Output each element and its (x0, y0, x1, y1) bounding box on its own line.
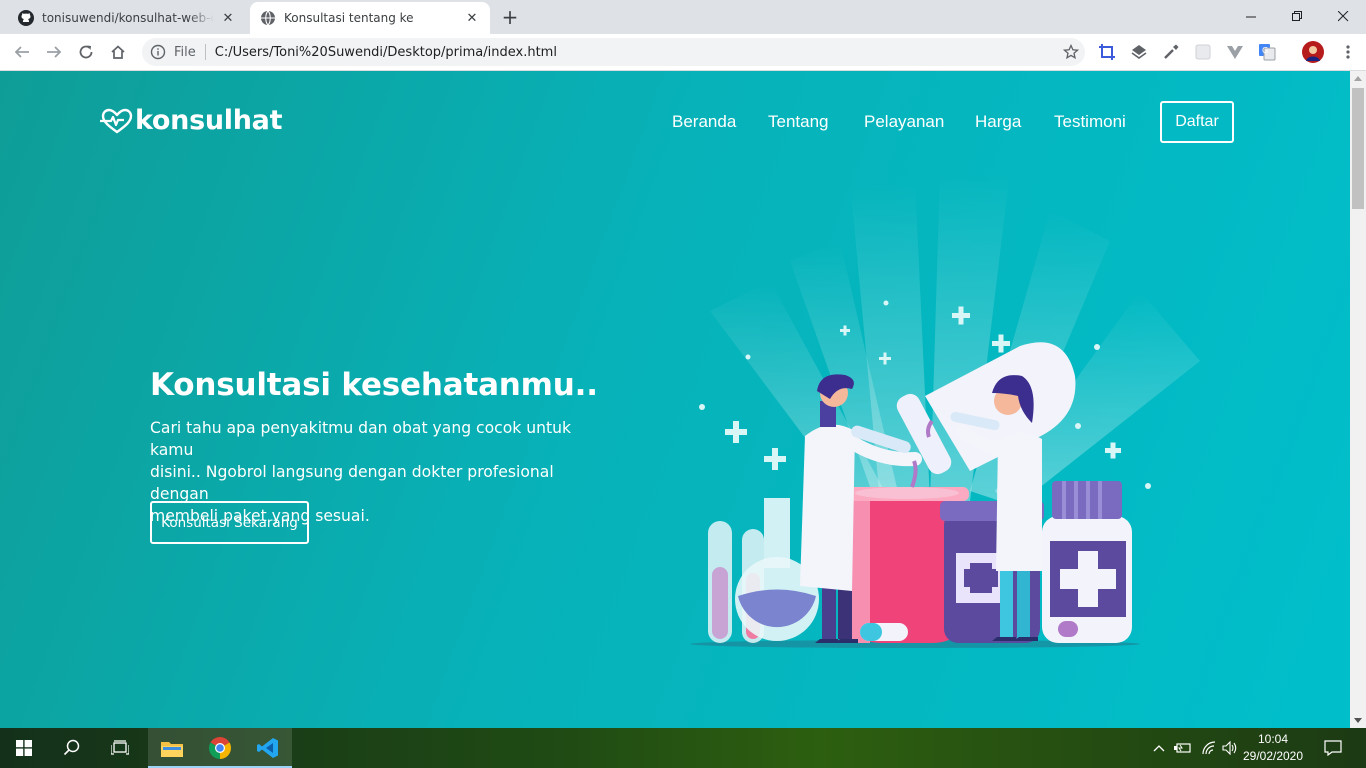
grey-extension-icon[interactable] (1194, 43, 1212, 61)
show-hidden-icons-button[interactable] (1150, 728, 1168, 768)
file-explorer-icon (161, 742, 183, 757)
brand-name: konsulhat (135, 105, 283, 136)
translate-extension-icon[interactable]: G (1258, 43, 1276, 61)
battery-button[interactable] (1172, 728, 1194, 768)
tab-close-icon[interactable]: ✕ (220, 10, 236, 26)
tab-title: tonisuwendi/konsulhat-web-desi (42, 11, 214, 25)
heart-pulse-icon (100, 108, 133, 133)
battery-icon (1174, 743, 1191, 753)
scheme-label: File (174, 44, 196, 60)
info-icon (150, 44, 166, 60)
home-icon (111, 45, 125, 59)
tab-strip: tonisuwendi/konsulhat-web-desi ✕ Konsult… (0, 0, 1366, 34)
chrome-menu-button[interactable] (1334, 38, 1362, 66)
notification-icon (1324, 740, 1342, 756)
profile-avatar[interactable] (1302, 41, 1324, 63)
vscode-button[interactable] (244, 728, 292, 768)
nav-pelayanan[interactable]: Pelayanan (864, 112, 944, 132)
vuejs-extension-icon[interactable] (1226, 43, 1244, 61)
tab-title: Konsultasi tentang ke (284, 11, 414, 25)
speaker-icon (1222, 741, 1237, 755)
forward-arrow-icon (47, 46, 62, 58)
github-icon (18, 10, 34, 26)
layers-extension-icon[interactable] (1130, 43, 1148, 61)
register-button[interactable]: Daftar (1160, 101, 1234, 143)
eyedropper-extension-icon[interactable] (1162, 43, 1180, 61)
windows-start-icon (16, 740, 32, 756)
new-tab-button[interactable]: + (498, 6, 522, 30)
brand-logo[interactable]: konsulhat (100, 105, 283, 136)
clock-time: 10:04 (1257, 732, 1289, 746)
back-arrow-icon (14, 46, 29, 58)
home-button[interactable] (104, 38, 132, 66)
vscode-icon (257, 738, 278, 758)
url-text[interactable]: C:/Users/Toni%20Suwendi/Desktop/prima/in… (215, 45, 1057, 60)
page-scrollbar[interactable] (1350, 71, 1366, 728)
tab-close-icon[interactable]: ✕ (464, 10, 480, 26)
tab-github[interactable]: tonisuwendi/konsulhat-web-desi ✕ (8, 2, 246, 34)
start-button[interactable] (0, 728, 48, 768)
windows-taskbar: 10:04 29/02/2020 (0, 728, 1366, 768)
taskbar-clock[interactable]: 10:04 29/02/2020 (1240, 731, 1306, 765)
globe-icon (261, 10, 275, 26)
consult-now-button[interactable]: Konsultasi Sekarang (150, 501, 309, 544)
back-button[interactable] (8, 38, 36, 66)
file-explorer-button[interactable] (148, 728, 196, 768)
scroll-up-arrow-icon[interactable] (1354, 76, 1362, 81)
restore-button[interactable] (1274, 0, 1320, 32)
wifi-icon (1202, 741, 1216, 755)
scrollbar-thumb[interactable] (1352, 88, 1364, 209)
omnibox-divider (204, 44, 206, 60)
clock-date: 29/02/2020 (1242, 749, 1304, 763)
chrome-icon (209, 737, 231, 759)
hero-text-line: Cari tahu apa penyakitmu dan obat yang c… (150, 419, 572, 459)
search-button[interactable] (48, 728, 96, 768)
network-button[interactable] (1198, 728, 1220, 768)
chevron-up-icon (1153, 745, 1165, 752)
search-icon (63, 739, 80, 756)
hero-illustration (690, 171, 1200, 648)
chrome-button[interactable] (196, 728, 244, 768)
nav-testimoni[interactable]: Testimoni (1054, 112, 1126, 132)
action-center-button[interactable] (1316, 728, 1350, 768)
tab-konsulhat[interactable]: Konsultasi tentang ke ✕ (250, 2, 490, 34)
volume-button[interactable] (1220, 728, 1240, 768)
nav-tentang[interactable]: Tentang (768, 112, 829, 132)
hero-text-line: disini.. Ngobrol langsung dengan dokter … (150, 463, 554, 503)
reload-icon (79, 45, 93, 59)
reload-button[interactable] (72, 38, 100, 66)
bookmark-star-icon[interactable] (1057, 38, 1085, 66)
crop-extension-icon[interactable] (1098, 43, 1116, 61)
hero-title: Konsultasi kesehatanmu.. (150, 367, 598, 403)
address-bar[interactable]: File C:/Users/Toni%20Suwendi/Desktop/pri… (142, 38, 1085, 66)
nav-harga[interactable]: Harga (975, 112, 1021, 132)
svg-text:G: G (1262, 46, 1268, 55)
nav-beranda[interactable]: Beranda (672, 112, 736, 132)
scroll-down-arrow-icon[interactable] (1354, 718, 1362, 723)
task-view-button[interactable] (96, 728, 144, 768)
close-window-button[interactable] (1320, 0, 1366, 32)
white-jar (1042, 481, 1132, 643)
task-view-icon (111, 740, 129, 755)
minimize-button[interactable] (1228, 0, 1274, 32)
forward-button[interactable] (40, 38, 68, 66)
kebab-menu-icon (1346, 45, 1350, 59)
page-viewport: konsulhat Beranda Tentang Pelayanan Harg… (0, 71, 1350, 728)
browser-toolbar: File C:/Users/Toni%20Suwendi/Desktop/pri… (0, 34, 1366, 71)
